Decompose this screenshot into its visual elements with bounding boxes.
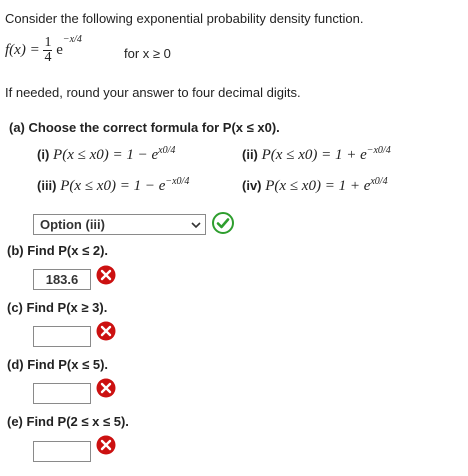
- part-c-prompt: (c) Find P(x ≥ 3).: [7, 300, 108, 315]
- pdf-denominator: 4: [44, 50, 52, 65]
- part-e-prompt: (e) Find P(2 ≤ x ≤ 5).: [7, 414, 129, 429]
- part-d-prompt: (d) Find P(x ≤ 5).: [7, 357, 109, 372]
- pdf-formula: f(x) = 1 4 e−x/4: [5, 34, 82, 65]
- pdf-exp-base: e: [56, 41, 63, 58]
- option-iv: (iv) P(x ≤ x0) = 1 + ex0/4: [242, 176, 388, 194]
- option-iii: (iii) P(x ≤ x0) = 1 − e−x0/4: [37, 176, 190, 194]
- pdf-domain: for x ≥ 0: [124, 46, 171, 61]
- part-a-prompt: (a) Choose the correct formula for P(x ≤…: [9, 120, 280, 135]
- intro-text: Consider the following exponential proba…: [5, 11, 364, 26]
- answer-c-input[interactable]: [33, 326, 91, 347]
- x-icon: [96, 265, 116, 285]
- check-icon: [212, 212, 234, 234]
- chevron-down-icon: [191, 222, 201, 229]
- x-icon: [96, 321, 116, 341]
- x-icon: [96, 378, 116, 398]
- option-ii: (ii) P(x ≤ x0) = 1 + e−x0/4: [242, 145, 391, 163]
- pdf-lhs: f(x) =: [5, 41, 40, 58]
- option-i: (i) P(x ≤ x0) = 1 − ex0/4: [37, 145, 176, 163]
- pdf-numerator: 1: [43, 35, 53, 51]
- answer-b-input[interactable]: 183.6: [33, 269, 91, 290]
- formula-select-value: Option (iii): [40, 217, 105, 232]
- formula-select[interactable]: Option (iii): [33, 214, 206, 235]
- pdf-exp-power: −x/4: [62, 34, 82, 45]
- x-icon: [96, 435, 116, 455]
- answer-d-input[interactable]: [33, 383, 91, 404]
- rounding-note: If needed, round your answer to four dec…: [5, 85, 301, 100]
- pdf-fraction: 1 4: [43, 35, 53, 65]
- part-b-prompt: (b) Find P(x ≤ 2).: [7, 243, 109, 258]
- answer-e-input[interactable]: [33, 441, 91, 462]
